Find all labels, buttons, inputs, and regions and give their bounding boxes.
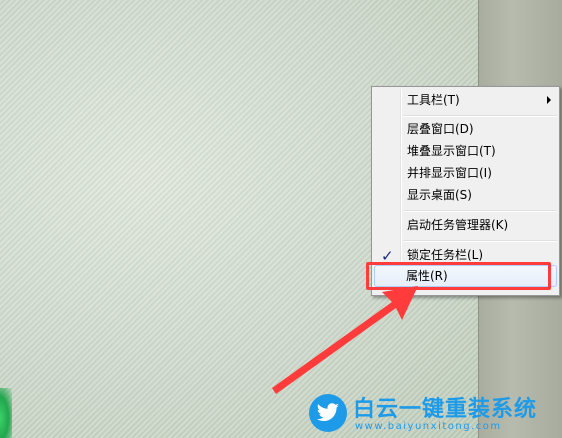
menu-separator xyxy=(403,210,557,212)
menu-separator xyxy=(403,115,557,117)
twitter-bird-icon xyxy=(309,394,347,432)
menu-item-show-desktop[interactable]: 显示桌面(S) xyxy=(374,184,557,206)
menu-item-label: 显示桌面(S) xyxy=(407,188,472,202)
menu-item-label: 启动任务管理器(K) xyxy=(407,218,509,232)
menu-item-label: 工具栏(T) xyxy=(407,93,460,107)
menu-item-cascade-windows[interactable]: 层叠窗口(D) xyxy=(374,118,557,140)
menu-item-label: 层叠窗口(D) xyxy=(407,122,474,136)
watermark: 白云一键重装系统 www.baiyunxitong.com xyxy=(305,392,562,438)
menu-item-label: 并排显示窗口(I) xyxy=(407,166,492,180)
submenu-arrow-icon xyxy=(547,96,551,104)
menu-separator xyxy=(403,240,557,242)
menu-item-task-manager[interactable]: 启动任务管理器(K) xyxy=(374,214,557,236)
menu-item-label: 堆叠显示窗口(T) xyxy=(407,144,496,158)
menu-item-side-by-side[interactable]: 并排显示窗口(I) xyxy=(374,162,557,184)
watermark-title: 白云一键重装系统 xyxy=(353,397,538,422)
desktop-icon-partial[interactable] xyxy=(0,388,12,438)
annotation-arrow-icon xyxy=(272,286,418,394)
menu-item-toolbars[interactable]: 工具栏(T) xyxy=(374,89,557,111)
menu-item-stack-windows[interactable]: 堆叠显示窗口(T) xyxy=(374,140,557,162)
watermark-url: www.baiyunxitong.com xyxy=(355,421,502,432)
